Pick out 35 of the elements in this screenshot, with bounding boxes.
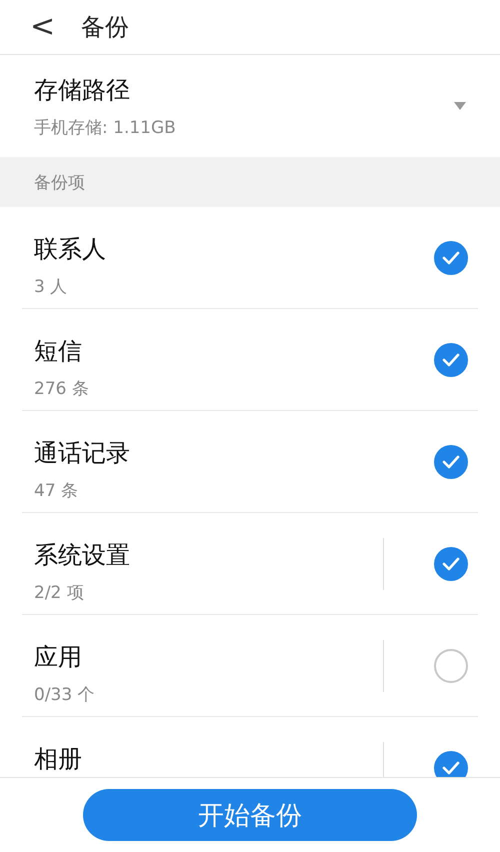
item-subtitle: 0/33 个	[34, 684, 96, 706]
checkbox[interactable]	[434, 649, 468, 683]
checkbox[interactable]	[434, 343, 468, 377]
item-title: 通话记录	[34, 438, 131, 469]
item-title: 联系人	[34, 234, 107, 265]
storage-path-selector[interactable]: 存储路径 手机存储: 1.11GB	[0, 55, 500, 157]
check-icon	[442, 251, 460, 265]
check-icon	[442, 557, 460, 571]
section-title: 备份项	[34, 172, 85, 194]
item-title: 短信	[34, 336, 83, 367]
backup-item[interactable]: 短信 276 条	[22, 309, 478, 411]
item-title: 系统设置	[34, 540, 131, 571]
item-title: 应用	[34, 642, 83, 673]
backup-item[interactable]: 联系人 3 人	[22, 207, 478, 309]
backup-item[interactable]: 通话记录 47 条	[22, 411, 478, 513]
checkbox[interactable]	[434, 445, 468, 479]
back-button[interactable]: <	[30, 12, 56, 42]
backup-item[interactable]: 系统设置 2/2 项	[22, 513, 478, 615]
check-icon	[442, 761, 460, 775]
checkbox[interactable]	[434, 241, 468, 275]
item-subtitle: 47 条	[34, 480, 80, 502]
check-icon	[442, 455, 460, 469]
check-icon	[442, 353, 460, 367]
checkbox[interactable]	[434, 751, 468, 777]
storage-title: 存储路径	[34, 74, 131, 106]
item-subtitle: 2/2 项	[34, 582, 85, 604]
item-subtitle: 276 条	[34, 378, 90, 400]
backup-item[interactable]: 应用 0/33 个	[22, 615, 478, 717]
storage-subtitle: 手机存储: 1.11GB	[34, 116, 176, 138]
start-backup-button[interactable]: 开始备份	[83, 789, 417, 841]
item-subtitle: 3 人	[34, 276, 68, 298]
checkbox[interactable]	[434, 547, 468, 581]
dropdown-icon	[454, 102, 466, 110]
item-title: 相册	[34, 744, 83, 775]
page-title: 备份	[81, 12, 130, 43]
